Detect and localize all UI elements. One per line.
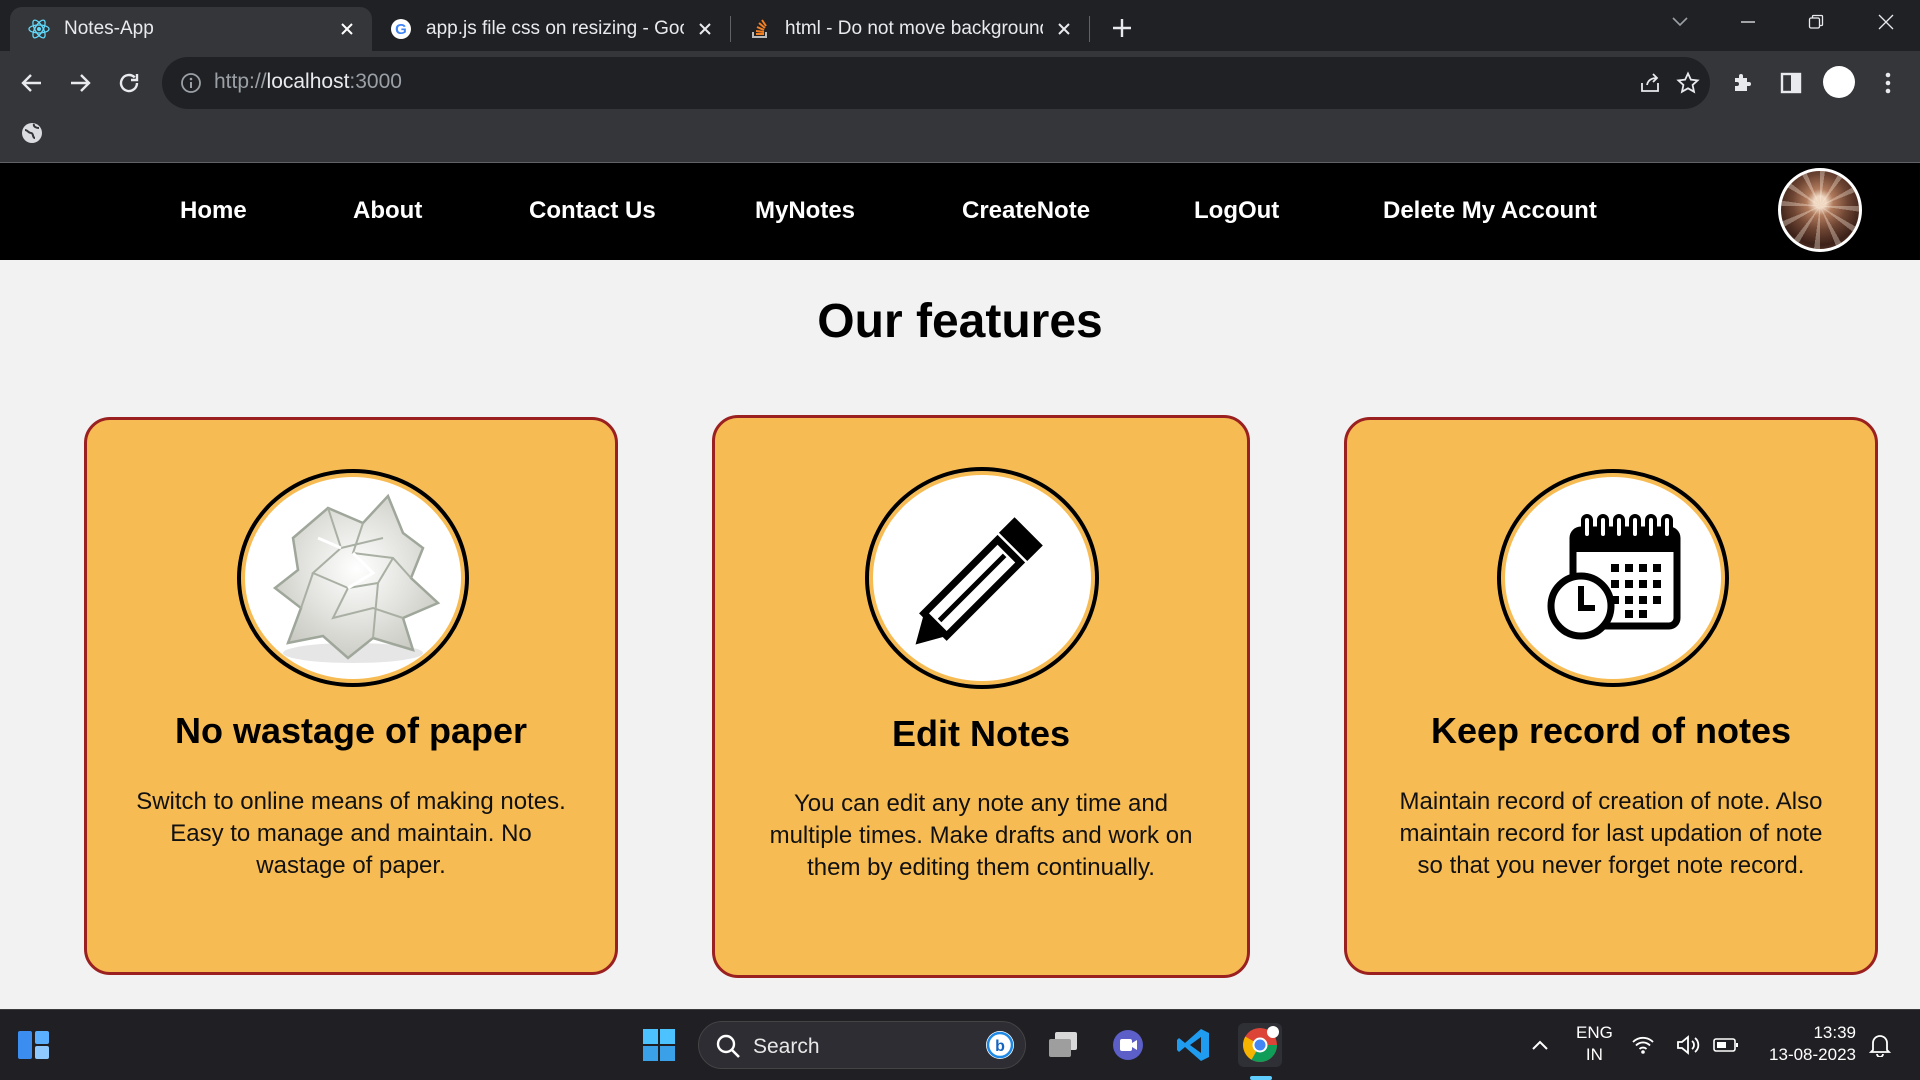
share-icon[interactable]: [1634, 67, 1666, 99]
search-icon: [715, 1033, 741, 1064]
chrome-taskbar-icon[interactable]: [1238, 1023, 1282, 1067]
page-title: Our features: [817, 295, 1103, 348]
bing-icon[interactable]: b: [985, 1030, 1015, 1060]
card-description: Maintain record of creation of note. Als…: [1399, 788, 1823, 879]
close-window-button[interactable]: [1858, 0, 1914, 44]
url-text: http://localhost:3000: [214, 70, 402, 93]
reload-button[interactable]: [109, 63, 149, 103]
close-tab-icon[interactable]: [336, 18, 358, 40]
task-view-icon[interactable]: [1041, 1023, 1085, 1067]
card-description: Switch to online means of making notes. …: [136, 788, 566, 879]
globe-bookmark-icon[interactable]: [20, 121, 46, 147]
extensions-puzzle-icon[interactable]: [1723, 63, 1763, 103]
calendar-clock-icon: [1497, 469, 1729, 687]
volume-icon[interactable]: [1676, 1023, 1702, 1067]
pencil-icon: [865, 467, 1099, 689]
system-clock[interactable]: 13:39 13-08-2023: [1752, 1022, 1856, 1066]
restore-button[interactable]: [1788, 0, 1844, 44]
nav-createnote-link[interactable]: CreateNote: [962, 197, 1090, 225]
active-app-indicator: [1250, 1076, 1272, 1080]
crumpled-paper-icon: [237, 469, 469, 687]
teams-chat-icon[interactable]: [1106, 1023, 1150, 1067]
tab-google-search[interactable]: G app.js file css on resizing - Googl: [372, 7, 730, 51]
close-tab-icon[interactable]: [694, 18, 716, 40]
svg-text:b: b: [995, 1038, 1005, 1055]
feature-card-paper: No wastage of paper Switch to online mea…: [84, 417, 618, 975]
search-label: Search: [753, 1035, 820, 1058]
stackoverflow-icon: [749, 18, 771, 40]
tab-notes-app[interactable]: Notes-App: [10, 7, 372, 51]
side-panel-icon[interactable]: [1771, 63, 1811, 103]
start-windows-icon[interactable]: [637, 1023, 681, 1067]
site-info-icon[interactable]: [178, 70, 204, 96]
app-navbar: Home About Contact Us MyNotes CreateNote…: [0, 163, 1920, 260]
card-description: You can edit any note any time and multi…: [769, 790, 1193, 881]
input-language-indicator[interactable]: ENG IN: [1576, 1022, 1613, 1066]
nav-logout-link[interactable]: LogOut: [1194, 197, 1279, 225]
address-bar[interactable]: http://localhost:3000: [162, 57, 1710, 109]
close-tab-icon[interactable]: [1053, 18, 1075, 40]
tab-title: Notes-App: [64, 18, 154, 39]
card-title: Edit Notes: [891, 713, 1070, 754]
battery-icon[interactable]: [1712, 1023, 1740, 1067]
show-hidden-icons-chevron-icon[interactable]: [1518, 1023, 1562, 1067]
react-icon: [28, 18, 50, 40]
card-title: No wastage of paper: [174, 710, 528, 751]
nav-mynotes-link[interactable]: MyNotes: [755, 197, 855, 225]
nav-contact-link[interactable]: Contact Us: [529, 197, 656, 225]
wifi-icon[interactable]: [1630, 1023, 1656, 1067]
bookmark-star-icon[interactable]: [1672, 67, 1704, 99]
nav-about-link[interactable]: About: [353, 197, 422, 225]
notifications-bell-icon[interactable]: [1866, 1023, 1894, 1067]
tab-search-chevron-icon[interactable]: [1652, 0, 1708, 44]
windows-taskbar: Search b ENG IN 13:39 13-08-2023: [0, 1009, 1920, 1080]
new-tab-button[interactable]: [1106, 12, 1138, 44]
browser-toolbar: http://localhost:3000: [0, 51, 1920, 163]
tab-title: app.js file css on resizing - Googl: [426, 18, 684, 39]
svg-text:G: G: [395, 21, 407, 38]
taskbar-search[interactable]: Search b: [698, 1021, 1026, 1069]
google-icon: G: [390, 18, 412, 40]
forward-button[interactable]: [60, 63, 100, 103]
card-title: Keep record of notes: [1430, 710, 1792, 751]
feature-card-edit: Edit Notes You can edit any note any tim…: [712, 415, 1250, 978]
chrome-menu-icon[interactable]: [1868, 63, 1908, 103]
minimize-button[interactable]: [1720, 0, 1776, 44]
vscode-icon[interactable]: [1171, 1023, 1215, 1067]
tab-title: html - Do not move background: [785, 18, 1043, 39]
profile-avatar[interactable]: [1778, 168, 1862, 252]
tab-stackoverflow[interactable]: html - Do not move background: [731, 7, 1089, 51]
profile-avatar-button[interactable]: [1823, 66, 1855, 98]
back-button[interactable]: [12, 63, 52, 103]
feature-card-record: Keep record of notes Maintain record of …: [1344, 417, 1878, 975]
tab-divider: [1089, 16, 1090, 42]
widgets-icon[interactable]: [12, 1023, 56, 1067]
nav-delete-account-link[interactable]: Delete My Account: [1383, 197, 1597, 225]
browser-tab-strip: Notes-App G app.js file css on resizing …: [0, 0, 1920, 51]
features-section: Our features No wastage of paper Switch …: [0, 260, 1920, 1009]
nav-home-link[interactable]: Home: [180, 197, 247, 225]
